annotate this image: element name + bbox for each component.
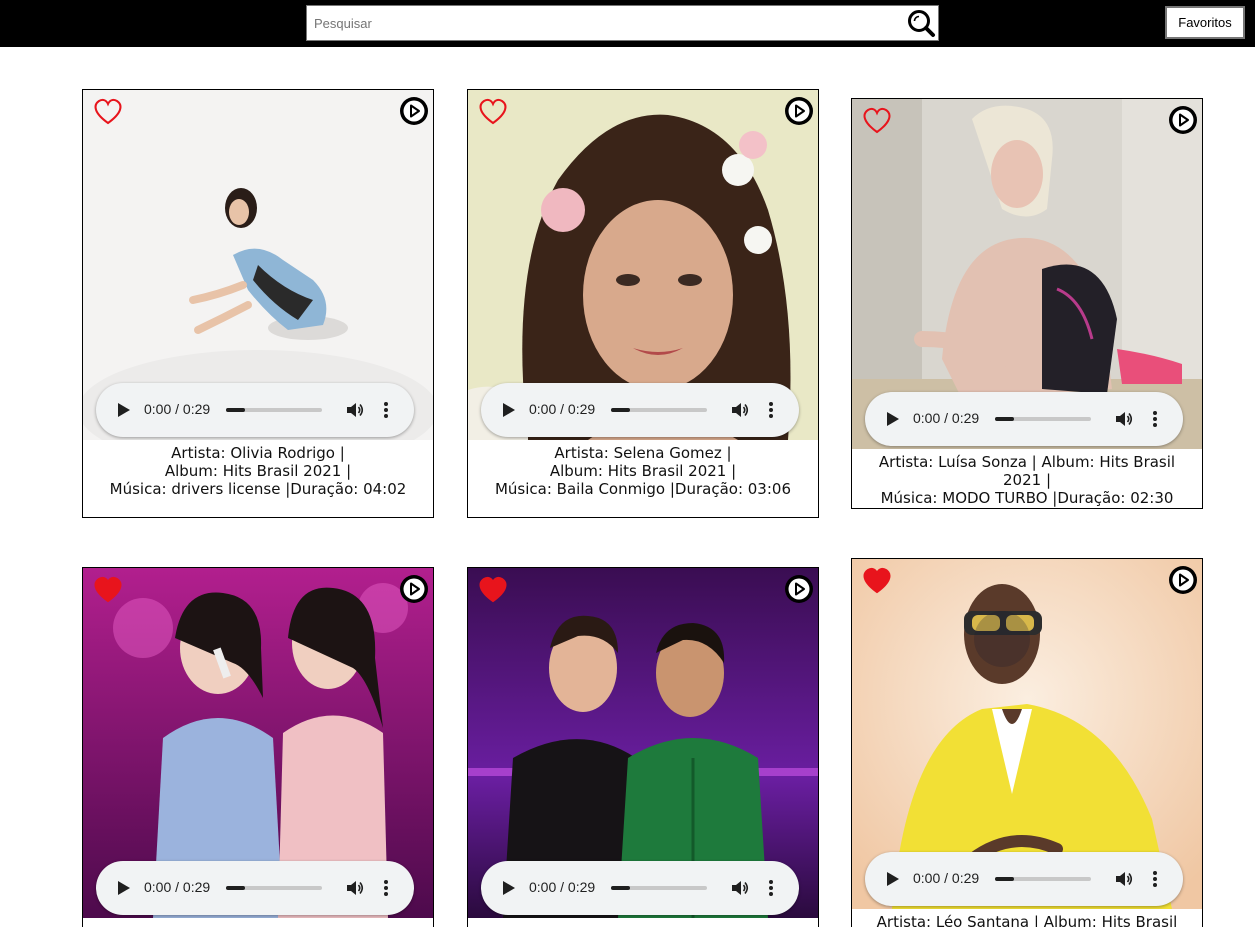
song-info: Artista: Olivia Rodrigo | Album: Hits Br… xyxy=(83,440,433,504)
audio-player: 0:00 / 0:29 xyxy=(481,861,799,915)
progress-slider[interactable] xyxy=(226,408,322,412)
audio-time: 0:00 / 0:29 xyxy=(144,879,211,895)
song-info: Artista: Léo Santana | Album: Hits Brasi… xyxy=(852,909,1202,927)
song-card: 0:00 / 0:29 Artista: Selena Gomez | Albu… xyxy=(467,89,819,518)
song-card: 0:00 / 0:29 xyxy=(82,567,434,927)
album-photo: 0:00 / 0:29 xyxy=(852,559,1202,909)
progress-fill xyxy=(226,408,246,412)
audio-player: 0:00 / 0:29 xyxy=(865,852,1183,906)
audio-time: 0:00 / 0:29 xyxy=(529,401,596,417)
volume-icon[interactable] xyxy=(731,401,749,419)
info-line: Artista: Luísa Sonza | Album: Hits Brasi… xyxy=(878,453,1176,489)
play-icon[interactable] xyxy=(118,881,130,895)
play-icon[interactable] xyxy=(503,881,515,895)
album-photo: 0:00 / 0:29 xyxy=(83,90,433,440)
play-icon[interactable] xyxy=(887,412,899,426)
info-line: Artista: Olivia Rodrigo | xyxy=(171,444,345,462)
play-circle-icon[interactable] xyxy=(399,574,429,604)
heart-outline-icon[interactable] xyxy=(477,96,509,126)
audio-time: 0:00 / 0:29 xyxy=(913,410,980,426)
progress-fill xyxy=(611,886,631,890)
album-photo: 0:00 / 0:29 xyxy=(83,568,433,918)
progress-slider[interactable] xyxy=(611,408,707,412)
volume-icon[interactable] xyxy=(1115,410,1133,428)
progress-fill xyxy=(995,877,1015,881)
heart-filled-icon[interactable] xyxy=(861,565,893,595)
progress-fill xyxy=(611,408,631,412)
album-photo: 0:00 / 0:29 xyxy=(852,99,1202,449)
play-circle-icon[interactable] xyxy=(784,574,814,604)
progress-fill xyxy=(226,886,246,890)
more-options-icon[interactable] xyxy=(1153,870,1157,888)
play-circle-icon[interactable] xyxy=(784,96,814,126)
play-circle-icon[interactable] xyxy=(1168,105,1198,135)
more-options-icon[interactable] xyxy=(384,879,388,897)
more-options-icon[interactable] xyxy=(1153,410,1157,428)
song-card: 0:00 / 0:29 Artista: Olivia Rodrigo | Al… xyxy=(82,89,434,518)
search-input[interactable] xyxy=(307,6,902,40)
more-options-icon[interactable] xyxy=(769,401,773,419)
play-circle-icon[interactable] xyxy=(399,96,429,126)
volume-icon[interactable] xyxy=(346,879,364,897)
song-info: Artista: Selena Gomez | Album: Hits Bras… xyxy=(468,440,818,504)
audio-player: 0:00 / 0:29 xyxy=(96,383,414,437)
heart-outline-icon[interactable] xyxy=(861,105,893,135)
album-photo: 0:00 / 0:29 xyxy=(468,568,818,918)
audio-player: 0:00 / 0:29 xyxy=(96,861,414,915)
progress-slider[interactable] xyxy=(611,886,707,890)
progress-slider[interactable] xyxy=(995,877,1091,881)
song-info: Artista: Luísa Sonza | Album: Hits Brasi… xyxy=(852,449,1202,508)
audio-player: 0:00 / 0:29 xyxy=(865,392,1183,446)
volume-icon[interactable] xyxy=(346,401,364,419)
audio-time: 0:00 / 0:29 xyxy=(913,870,980,886)
audio-player: 0:00 / 0:29 xyxy=(481,383,799,437)
song-card: 0:00 / 0:29 Artista: Luísa Sonza | Album… xyxy=(851,98,1203,509)
info-line: Música: drivers license |Duração: 04:02 xyxy=(109,480,407,498)
search-icon[interactable] xyxy=(906,8,936,38)
play-icon[interactable] xyxy=(887,872,899,886)
volume-icon[interactable] xyxy=(1115,870,1133,888)
search-box xyxy=(306,5,939,41)
info-line: Música: MODO TURBO |Duração: 02:30 xyxy=(880,489,1174,507)
more-options-icon[interactable] xyxy=(384,401,388,419)
song-card: 0:00 / 0:29 Artista: Léo Santana | Album… xyxy=(851,558,1203,927)
info-line: Album: Hits Brasil 2021 | xyxy=(164,462,352,480)
heart-filled-icon[interactable] xyxy=(92,574,124,604)
heart-outline-icon[interactable] xyxy=(92,96,124,126)
top-bar: Favoritos xyxy=(0,0,1255,47)
info-line: Artista: Selena Gomez | xyxy=(554,444,732,462)
play-icon[interactable] xyxy=(503,403,515,417)
play-icon[interactable] xyxy=(118,403,130,417)
info-line: Música: Baila Conmigo |Duração: 03:06 xyxy=(494,480,791,498)
progress-fill xyxy=(995,417,1015,421)
progress-slider[interactable] xyxy=(995,417,1091,421)
favorites-button[interactable]: Favoritos xyxy=(1165,6,1245,39)
audio-time: 0:00 / 0:29 xyxy=(144,401,211,417)
more-options-icon[interactable] xyxy=(769,879,773,897)
heart-filled-icon[interactable] xyxy=(477,574,509,604)
progress-slider[interactable] xyxy=(226,886,322,890)
song-card: 0:00 / 0:29 xyxy=(467,567,819,927)
info-line: Album: Hits Brasil 2021 | xyxy=(549,462,737,480)
info-line: Artista: Léo Santana | Album: Hits Brasi… xyxy=(876,913,1178,927)
volume-icon[interactable] xyxy=(731,879,749,897)
audio-time: 0:00 / 0:29 xyxy=(529,879,596,895)
album-photo: 0:00 / 0:29 xyxy=(468,90,818,440)
play-circle-icon[interactable] xyxy=(1168,565,1198,595)
